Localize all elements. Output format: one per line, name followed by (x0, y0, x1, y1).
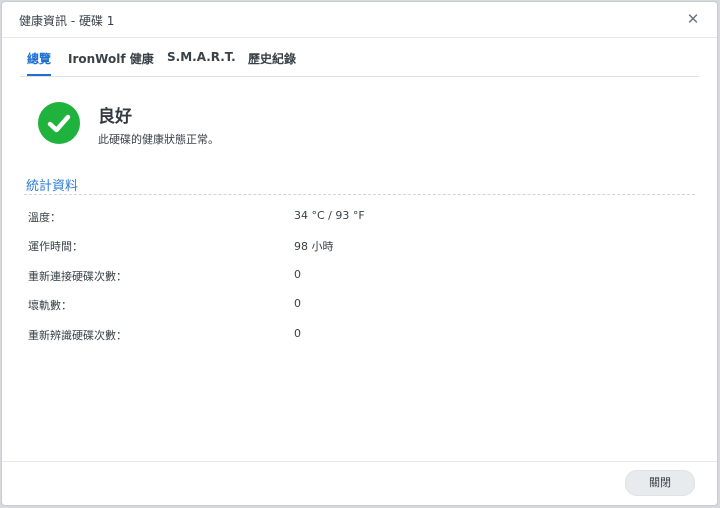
stat-label: 溫度： (28, 211, 61, 224)
title-bar: 健康資訊 - 硬碟 1 ✕ (2, 2, 717, 38)
stat-value: 0 (294, 297, 301, 310)
section-divider (24, 194, 695, 195)
stat-row-uptime: 運作時間： 98 小時 (28, 235, 695, 255)
stat-value: 98 小時 (294, 240, 334, 253)
tab-bar: 總覽 IronWolf 健康 S.M.A.R.T. 歷史紀錄 (20, 50, 699, 77)
dialog-footer: 關閉 (2, 461, 717, 505)
tab-smart[interactable]: S.M.A.R.T. (167, 50, 236, 71)
stat-label: 重新連接硬碟次數： (28, 270, 127, 283)
close-icon[interactable]: ✕ (683, 9, 703, 29)
stat-row-bad-sectors: 壞軌數： 0 (28, 294, 695, 314)
dialog-title: 健康資訊 - 硬碟 1 (19, 14, 115, 28)
tab-ironwolf-health[interactable]: IronWolf 健康 (68, 50, 154, 74)
status-title: 良好 (98, 107, 132, 127)
close-button[interactable]: 關閉 (625, 470, 695, 496)
check-circle-icon (38, 102, 80, 144)
stat-row-reidentify-count: 重新辨識硬碟次數： 0 (28, 324, 695, 344)
tab-history[interactable]: 歷史紀錄 (248, 50, 296, 74)
stat-label: 重新辨識硬碟次數： (28, 329, 127, 342)
status-description: 此硬碟的健康狀態正常。 (98, 133, 219, 146)
stat-label: 壞軌數： (28, 299, 72, 312)
stat-value: 34 °C / 93 °F (294, 209, 365, 222)
stat-label: 運作時間： (28, 240, 83, 253)
stat-row-temperature: 溫度： 34 °C / 93 °F (28, 206, 695, 226)
health-info-dialog: 健康資訊 - 硬碟 1 ✕ 總覽 IronWolf 健康 S.M.A.R.T. … (1, 1, 718, 506)
stat-value: 0 (294, 268, 301, 281)
tab-overview[interactable]: 總覽 (27, 50, 52, 76)
stat-value: 0 (294, 327, 301, 340)
section-title-statistics: 統計資料 (26, 179, 79, 194)
stat-row-reconnect-count: 重新連接硬碟次數： 0 (28, 265, 695, 285)
